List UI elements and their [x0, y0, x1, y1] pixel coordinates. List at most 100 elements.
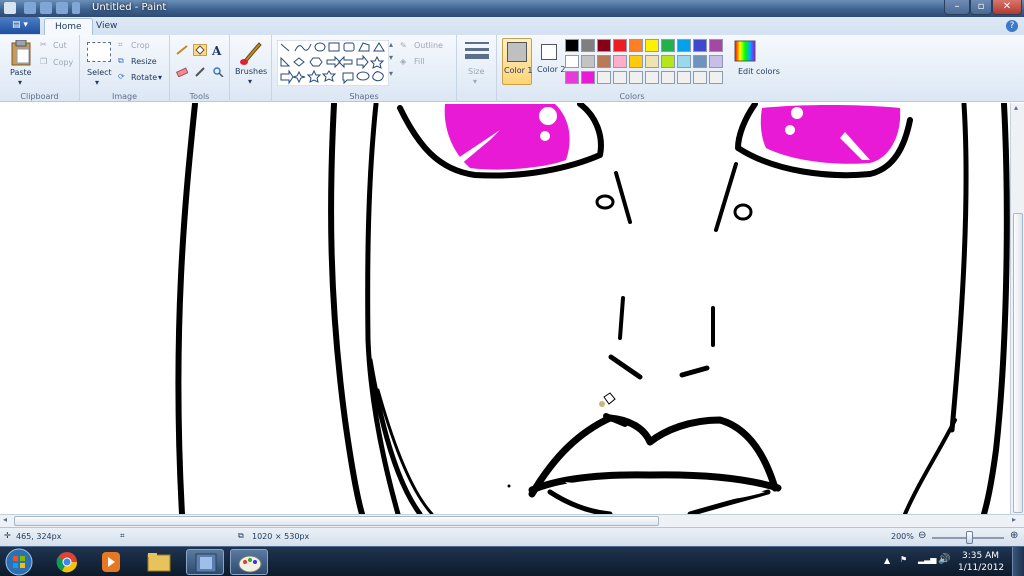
palette-swatch[interactable] — [645, 39, 659, 52]
horizontal-scrollbar[interactable]: ◂ ▸ — [0, 514, 1024, 527]
horizontal-scroll-thumb[interactable] — [14, 516, 659, 526]
clock-date[interactable]: 1/11/2012 — [958, 563, 1004, 573]
eraser-icon[interactable] — [175, 66, 189, 78]
action-center-icon[interactable]: ⚑ — [900, 555, 907, 564]
palette-swatch[interactable] — [645, 55, 659, 68]
zoom-out-icon[interactable]: ⊖ — [918, 530, 926, 541]
palette-swatch[interactable] — [661, 55, 675, 68]
palette-swatch[interactable] — [597, 55, 611, 68]
palette-swatch[interactable] — [597, 71, 611, 84]
undo-icon[interactable] — [40, 2, 52, 14]
palette-swatch[interactable] — [581, 39, 595, 52]
taskbar-paint[interactable] — [230, 549, 268, 575]
zoom-slider-thumb[interactable] — [966, 531, 973, 544]
palette-swatch[interactable] — [629, 39, 643, 52]
palette-swatch[interactable] — [661, 39, 675, 52]
taskbar-explorer[interactable] — [140, 549, 178, 575]
magnifier-icon[interactable] — [211, 66, 225, 78]
show-hidden-icons[interactable]: ▲ — [884, 556, 890, 565]
shapes-scroll-up-icon[interactable]: ▴ — [389, 40, 393, 49]
rotate-button[interactable]: Rotate — [131, 73, 157, 82]
tab-view[interactable]: View — [86, 18, 127, 35]
brush-icon[interactable] — [239, 40, 263, 66]
paste-button[interactable]: Paste — [10, 68, 32, 77]
paste-dropdown-icon[interactable]: ▾ — [18, 78, 22, 87]
taskbar-video[interactable] — [186, 549, 224, 575]
zoom-in-icon[interactable]: ⊕ — [1010, 530, 1018, 541]
palette-swatch[interactable] — [693, 55, 707, 68]
palette-swatch[interactable] — [645, 71, 659, 84]
size-dropdown-icon[interactable]: ▾ — [473, 77, 477, 86]
shapes-gallery[interactable] — [277, 40, 389, 86]
qat-dropdown-icon[interactable] — [72, 2, 80, 14]
palette-swatch[interactable] — [677, 39, 691, 52]
brushes-button[interactable]: Brushes — [235, 67, 267, 76]
rotate-dropdown-icon[interactable]: ▾ — [158, 73, 162, 82]
brushes-dropdown-icon[interactable]: ▾ — [248, 77, 252, 86]
palette-swatch[interactable] — [565, 71, 579, 84]
save-icon[interactable] — [24, 2, 36, 14]
crop-button[interactable]: Crop — [131, 41, 150, 50]
palette-swatch[interactable] — [709, 39, 723, 52]
paint-menu-button[interactable]: ▤ ▾ — [0, 17, 40, 34]
shapes-scroll-down-icon[interactable]: ▾ — [389, 53, 393, 62]
color1-button[interactable]: Color 1 — [502, 38, 533, 85]
palette-swatch[interactable] — [661, 71, 675, 84]
redo-icon[interactable] — [56, 2, 68, 14]
palette-swatch[interactable] — [613, 39, 627, 52]
network-icon[interactable]: ▂▃▅ — [918, 555, 936, 564]
paste-icon[interactable] — [10, 40, 32, 66]
text-icon[interactable]: A — [211, 43, 225, 58]
app-icon[interactable] — [4, 2, 16, 14]
vertical-scroll-thumb[interactable] — [1013, 213, 1023, 513]
palette-swatch[interactable] — [629, 71, 643, 84]
select-icon[interactable] — [87, 42, 111, 62]
palette-swatch[interactable] — [677, 71, 691, 84]
palette-swatch[interactable] — [581, 55, 595, 68]
show-desktop-button[interactable] — [1012, 547, 1024, 576]
select-button[interactable]: Select — [87, 68, 112, 77]
size-icon[interactable] — [465, 41, 489, 61]
color-picker-icon[interactable] — [193, 66, 207, 78]
maximize-button[interactable]: ▫ — [970, 0, 992, 15]
palette-swatch[interactable] — [709, 71, 723, 84]
canvas-drawing[interactable] — [0, 103, 1010, 514]
color2-button[interactable]: Color 2 — [535, 38, 566, 85]
palette-swatch[interactable] — [709, 55, 723, 68]
palette-swatch[interactable] — [677, 55, 691, 68]
select-dropdown-icon[interactable]: ▾ — [95, 78, 99, 87]
palette-swatch[interactable] — [613, 55, 627, 68]
scroll-up-icon[interactable]: ▴ — [1014, 103, 1018, 112]
palette-swatch[interactable] — [693, 39, 707, 52]
taskbar-chrome[interactable] — [48, 549, 86, 575]
resize-button[interactable]: Resize — [131, 57, 157, 66]
palette-swatch[interactable] — [629, 55, 643, 68]
drawing-canvas[interactable] — [0, 103, 1010, 514]
palette-swatch[interactable] — [597, 39, 611, 52]
pencil-icon[interactable] — [175, 44, 189, 56]
taskbar-media-player[interactable] — [92, 549, 130, 575]
edit-colors-icon[interactable] — [734, 40, 756, 62]
palette-swatch[interactable] — [565, 55, 579, 68]
shapes-expand-icon[interactable]: ▾ — [389, 69, 393, 78]
help-icon[interactable]: ? — [1006, 20, 1018, 32]
size-button[interactable]: Size — [468, 67, 484, 76]
scroll-left-icon[interactable]: ◂ — [3, 515, 7, 524]
palette-swatch[interactable] — [693, 71, 707, 84]
palette-swatch[interactable] — [613, 71, 627, 84]
vertical-scrollbar[interactable]: ▴ — [1010, 103, 1024, 514]
copy-button[interactable]: Copy — [53, 58, 73, 67]
edit-colors-button[interactable]: Edit colors — [738, 67, 780, 76]
start-button-icon[interactable] — [4, 548, 34, 576]
fill-button[interactable]: Fill — [414, 57, 425, 66]
minimize-button[interactable]: – — [944, 0, 970, 15]
palette-swatch[interactable] — [581, 71, 595, 84]
clock-time[interactable]: 3:35 AM — [962, 551, 999, 561]
volume-icon[interactable]: 🔊 — [938, 554, 950, 565]
palette-swatch[interactable] — [565, 39, 579, 52]
fill-bucket-icon[interactable] — [193, 44, 207, 56]
scroll-right-icon[interactable]: ▸ — [1012, 515, 1016, 524]
cut-button[interactable]: Cut — [53, 41, 67, 50]
close-button[interactable]: ✕ — [992, 0, 1022, 15]
outline-button[interactable]: Outline — [414, 41, 443, 50]
